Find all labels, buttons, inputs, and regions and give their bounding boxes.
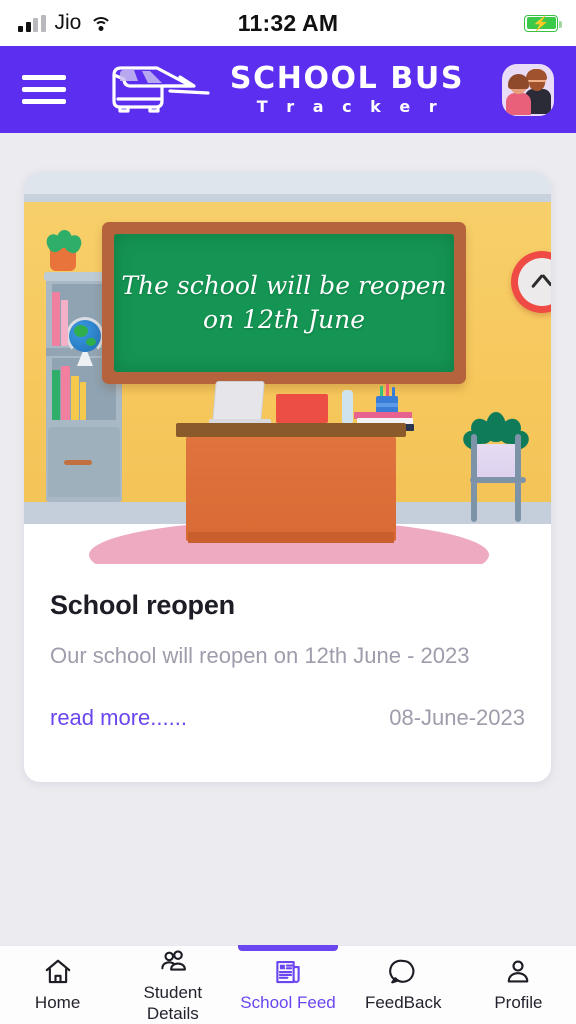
nav-label-feedback: FeedBack bbox=[364, 993, 442, 1013]
nav-label-school-feed: School Feed bbox=[240, 993, 336, 1013]
status-bar: Jio 11:32 AM ⚡ bbox=[0, 0, 576, 46]
cellular-signal-icon bbox=[18, 14, 46, 32]
nav-label-student-details: Student Details bbox=[143, 983, 203, 1023]
chalkboard-line-2: on 12th June bbox=[202, 305, 366, 334]
nav-item-home[interactable]: Home bbox=[0, 946, 115, 1024]
card-footer: read more...... 08-June-2023 bbox=[50, 705, 525, 731]
hamburger-menu-icon[interactable] bbox=[22, 75, 66, 104]
status-bar-clock: 11:32 AM bbox=[237, 9, 339, 36]
classroom-illustration: The school will be reopen on 12th June bbox=[24, 172, 551, 564]
status-bar-left: Jio bbox=[18, 11, 208, 35]
app-title: SCHOOL BUS bbox=[229, 60, 465, 96]
wifi-icon bbox=[90, 15, 113, 32]
card-title: School reopen bbox=[50, 590, 235, 620]
chalkboard: The school will be reopen on 12th June bbox=[102, 222, 466, 384]
person-icon bbox=[501, 956, 535, 988]
laptop bbox=[212, 381, 265, 422]
read-more-link[interactable]: read more...... bbox=[50, 705, 187, 731]
school-feed-card[interactable]: The school will be reopen on 12th June S… bbox=[24, 172, 551, 782]
brand-text: SCHOOL BUS T r a c k e r bbox=[230, 63, 464, 117]
app-screen: Jio 11:32 AM ⚡ SCHOOL BUS T r a c k e r … bbox=[0, 0, 576, 1024]
teacher-desk bbox=[176, 423, 406, 437]
active-tab-indicator bbox=[238, 945, 338, 951]
status-bar-right: ⚡ bbox=[368, 14, 562, 32]
bottom-navigation-bar: Home Student Details School Feed FeedBac… bbox=[0, 945, 576, 1024]
carrier-label: Jio bbox=[54, 11, 82, 34]
nav-item-student-details[interactable]: Student Details bbox=[115, 946, 230, 1024]
card-description: Our school will reopen on 12th June - 20… bbox=[50, 643, 470, 668]
nav-item-profile[interactable]: Profile bbox=[461, 946, 576, 1024]
app-header: SCHOOL BUS T r a c k e r bbox=[0, 46, 576, 133]
parents-avatar-icon[interactable] bbox=[502, 63, 554, 116]
card-date: 08-June-2023 bbox=[389, 705, 525, 730]
home-icon bbox=[41, 956, 75, 988]
battery-charging-icon: ⚡ bbox=[524, 14, 562, 32]
school-bus-logo-icon bbox=[112, 65, 210, 113]
nav-label-profile: Profile bbox=[494, 993, 543, 1013]
nav-label-home: Home bbox=[34, 993, 81, 1013]
chat-bubble-icon bbox=[386, 956, 420, 988]
card-body: School reopen Our school will reopen on … bbox=[24, 564, 551, 731]
brand-block: SCHOOL BUS T r a c k e r bbox=[66, 61, 502, 119]
nav-item-feedback[interactable]: FeedBack bbox=[346, 946, 461, 1024]
main-content: The school will be reopen on 12th June S… bbox=[0, 133, 576, 945]
users-group-icon bbox=[156, 946, 190, 978]
chalkboard-line-1: The school will be reopen bbox=[121, 270, 447, 300]
app-subtitle: T r a c k e r bbox=[256, 97, 444, 117]
nav-item-school-feed[interactable]: School Feed bbox=[230, 945, 345, 1024]
newspaper-icon bbox=[271, 956, 305, 988]
